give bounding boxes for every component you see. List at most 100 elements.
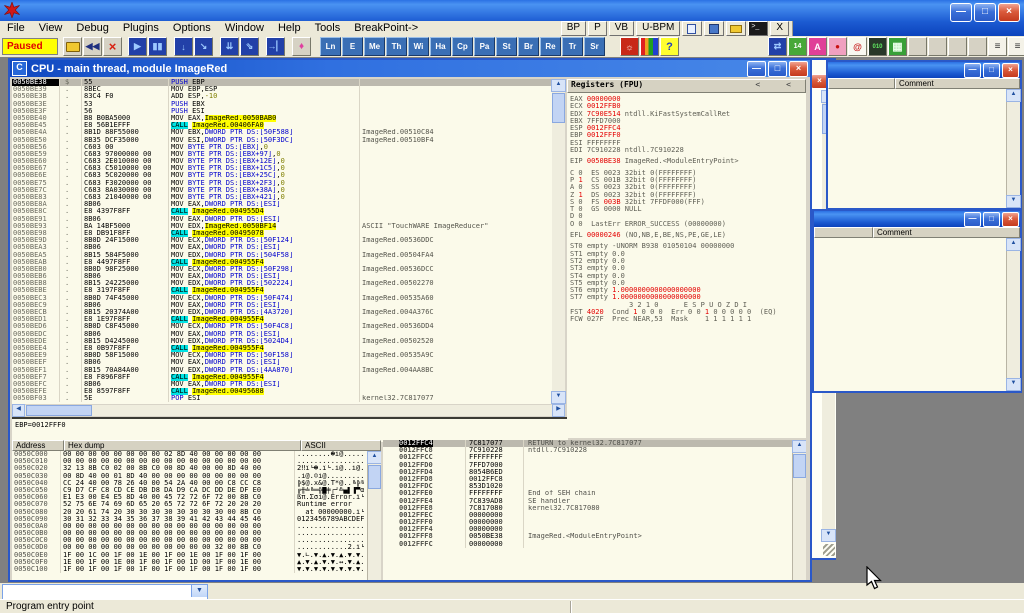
toolbar-ha-button[interactable]: Ha [430, 37, 451, 56]
disasm-row[interactable]: 0050BEEF.8B06MOV EAX,DWORD PTR DS:[ESI] [12, 359, 552, 366]
disasm-row[interactable]: 0050BE39.8BECMOV EBP,ESP [12, 86, 552, 93]
menu-item-file[interactable]: File [0, 21, 32, 36]
stack-pane[interactable]: 0012FFC47C817077RETURN to kernel32.7C817… [383, 440, 806, 580]
stack-row[interactable]: 0012FFF000000000 [383, 519, 806, 526]
binary-button[interactable]: 010 [868, 37, 887, 56]
minimize-icon[interactable]: — [964, 63, 981, 78]
scroll-up-icon[interactable]: ▲ [1006, 89, 1021, 102]
stack-row[interactable]: 0012FFC47C817077RETURN to kernel32.7C817… [383, 440, 806, 447]
disasm-row[interactable]: 0050BE40.B8 B0BA5000MOV EAX,ImageRed.005… [12, 115, 552, 122]
disasm-row[interactable]: 0050BE8A.8B06MOV EAX,DWORD PTR DS:[ESI] [12, 201, 552, 208]
stack-row[interactable]: 0012FFF400000000 [383, 526, 806, 533]
close-program-button[interactable]: × [103, 37, 122, 56]
close-icon[interactable]: × [1002, 212, 1019, 227]
menu-button-bp[interactable]: BP [561, 21, 586, 36]
disasm-row[interactable]: 0050BEDE.8B15 D4245000MOV EDX,DWORD PTR … [12, 338, 552, 345]
menu-item-tools[interactable]: Tools [308, 21, 348, 36]
register-line[interactable]: FCW 027F Prec NEAR,53 Mask 1 1 1 1 1 1 [570, 316, 806, 323]
stack-row[interactable]: 0012FFDC853D1020 [383, 483, 806, 490]
menu-item-window[interactable]: Window [218, 21, 271, 36]
scroll-up-icon[interactable]: ▲ [367, 451, 381, 464]
regs-scroll-left2-icon[interactable]: < [786, 80, 791, 92]
assemble-button[interactable]: A [808, 37, 827, 56]
disasm-row[interactable]: 0050BE83.C683 21040000 00MOV BYTE PTR DS… [12, 194, 552, 201]
disasm-row[interactable]: 0050BE3E.53PUSH EBX [12, 101, 552, 108]
console-icon[interactable] [748, 21, 768, 36]
comment-window-2[interactable]: — □ × Comment ▲ ▼ [812, 209, 1022, 393]
dump-row[interactable]: 0050C0F01E 00 1F 00 1E 00 1F 00 1F 00 1D… [12, 559, 381, 566]
disasm-row[interactable]: 0050BE60.C683 2E010000 00MOV BYTE PTR DS… [12, 158, 552, 165]
column-header-comment[interactable]: Comment [873, 227, 1020, 238]
blank-button-1[interactable] [908, 37, 927, 56]
comment-window-1[interactable]: — □ × Comment ▲ ▼ [826, 60, 1022, 210]
dump-row[interactable]: 0050C060E1 E3 00 E4 E5 8D 40 00 45 72 72… [12, 494, 381, 501]
blank-button-4[interactable] [968, 37, 987, 56]
toolbar-wi-button[interactable]: Wi [408, 37, 429, 56]
disasm-row[interactable]: 0050BF03.5EPOP ESIkernel32.7C817077 [12, 395, 552, 402]
disasm-row[interactable]: 0050BE6E.C683 5C020000 00MOV BYTE PTR DS… [12, 172, 552, 179]
stack-row[interactable]: 0012FFEC00000000 [383, 512, 806, 519]
disasm-row[interactable]: 0050BE38$55PUSH EBP [12, 79, 552, 86]
stack-row[interactable]: 0012FFD80012FFC8 [383, 476, 806, 483]
disasm-row[interactable]: 0050BE91.8B06MOV EAX,DWORD PTR DS:[ESI] [12, 216, 552, 223]
toolbar-tr-button[interactable]: Tr [562, 37, 583, 56]
stack-row[interactable]: 0012FFE47C839AD8SE handler [383, 498, 806, 505]
toolbar-br-button[interactable]: Br [518, 37, 539, 56]
scroll-thumb[interactable] [368, 465, 381, 489]
disassembly-pane[interactable]: 0050BE38$55PUSH EBP0050BE39.8BECMOV EBP,… [12, 79, 552, 404]
command-combobox[interactable]: ▼ [2, 584, 208, 600]
toolbar-sr-button[interactable]: Sr [584, 37, 605, 56]
disasm-row[interactable]: 0050BEC3.8B0D 74F45000MOV ECX,DWORD PTR … [12, 295, 552, 302]
register-line[interactable]: EDI 7C910228 ntdll.7C910228 [570, 147, 806, 154]
disasm-row[interactable]: 0050BE50.8B35 DCF35000MOV ESI,DWORD PTR … [12, 137, 552, 144]
minimize-icon[interactable]: — [964, 212, 981, 227]
scroll-up-icon[interactable]: ▲ [1006, 238, 1021, 251]
toolbar-pa-button[interactable]: Pa [474, 37, 495, 56]
disasm-row[interactable]: 0050BEC9.8B06MOV EAX,DWORD PTR DS:[ESI] [12, 302, 552, 309]
dump-row[interactable]: 0050C03000 8D 40 00 01 8D 40 00 00 00 00… [12, 473, 381, 480]
target-button[interactable]: ● [828, 37, 847, 56]
dump-col-ascii[interactable]: ASCII [301, 440, 381, 451]
comment-list[interactable] [828, 89, 1007, 208]
windows-button[interactable]: ▦ [888, 37, 907, 56]
disasm-row[interactable]: 0050BE45.E8 56B1EFFFCALL ImageRed.00406F… [12, 122, 552, 129]
appearance-button[interactable] [640, 37, 659, 56]
toolbar-cp-button[interactable]: Cp [452, 37, 473, 56]
step-into-button[interactable]: ↓ [174, 37, 193, 56]
dump-row[interactable]: 0050C0B000 00 00 00 00 00 00 00 00 00 00… [12, 530, 381, 537]
spiral-button[interactable]: @ [848, 37, 867, 56]
disasm-row[interactable]: 0050BEA5.8B15 584F5000MOV EDX,DWORD PTR … [12, 252, 552, 259]
disasm-row[interactable]: 0050BE93.BA 14BF5000MOV EDX,ImageRed.005… [12, 223, 552, 230]
dump-row[interactable]: 0050C09030 31 32 33 34 35 36 37 38 39 41… [12, 516, 381, 523]
list-b-button[interactable]: ≡ [1008, 37, 1024, 56]
copy-icon[interactable] [682, 21, 702, 36]
toolbar-me-button[interactable]: Me [364, 37, 385, 56]
menu-item-breakpoint[interactable]: BreakPoint-> [347, 21, 425, 36]
disasm-row[interactable]: 0050BEFE.E8 8597F8FFCALL ImageRed.004956… [12, 388, 552, 395]
menu-item-debug[interactable]: Debug [69, 21, 115, 36]
go-to-button[interactable]: ♦ [292, 37, 311, 56]
swap-button[interactable]: ⇄ [768, 37, 787, 56]
toolbar-re-button[interactable]: Re [540, 37, 561, 56]
stack-scrollbar[interactable]: ▲ [792, 440, 806, 580]
animate-over-button[interactable]: ⇘ [240, 37, 259, 56]
scroll-left-icon[interactable]: ◀ [12, 404, 25, 417]
help-button[interactable]: ? [660, 37, 679, 56]
info-pane[interactable]: EBP=0012FFF0 [12, 417, 568, 442]
disasm-row[interactable]: 0050BEF7.E8 F896F8FFCALL ImageRed.004955… [12, 374, 552, 381]
disasm-row[interactable]: 0050BE98.E8 DB91F8FFCALL ImageRed.004950… [12, 230, 552, 237]
disasm-row[interactable]: 0050BE9D.8B0D 24F15000MOV ECX,DWORD PTR … [12, 237, 552, 244]
dump-row[interactable]: 0050C050C9 D7 CF C8 CD CE DB D8 DA D9 CA… [12, 487, 381, 494]
dump-row[interactable]: 0050C0C000 00 00 00 00 00 00 00 00 00 00… [12, 537, 381, 544]
menu-button-vb[interactable]: VB [609, 21, 634, 36]
chevron-down-icon[interactable]: ▼ [191, 585, 207, 597]
disasm-row[interactable]: 0050BEBE.E8 3197F8FFCALL ImageRed.004955… [12, 287, 552, 294]
register-line[interactable]: EFL 00000246 (NO,NB,E,BE,NS,PE,GE,LE) [570, 232, 806, 239]
stack-row[interactable]: 0012FFE0FFFFFFFFEnd of SEH chain [383, 490, 806, 497]
registers-pane[interactable]: Registers (FPU) << EAX 00000000ECX 0012F… [567, 79, 806, 438]
menu-close-button[interactable]: X [770, 21, 789, 36]
scroll-thumb[interactable] [26, 405, 92, 416]
register-line[interactable]: T 0 GS 0000 NULL [570, 206, 806, 213]
dump-col-address[interactable]: Address [12, 440, 64, 451]
column-header-blank[interactable] [814, 227, 873, 238]
